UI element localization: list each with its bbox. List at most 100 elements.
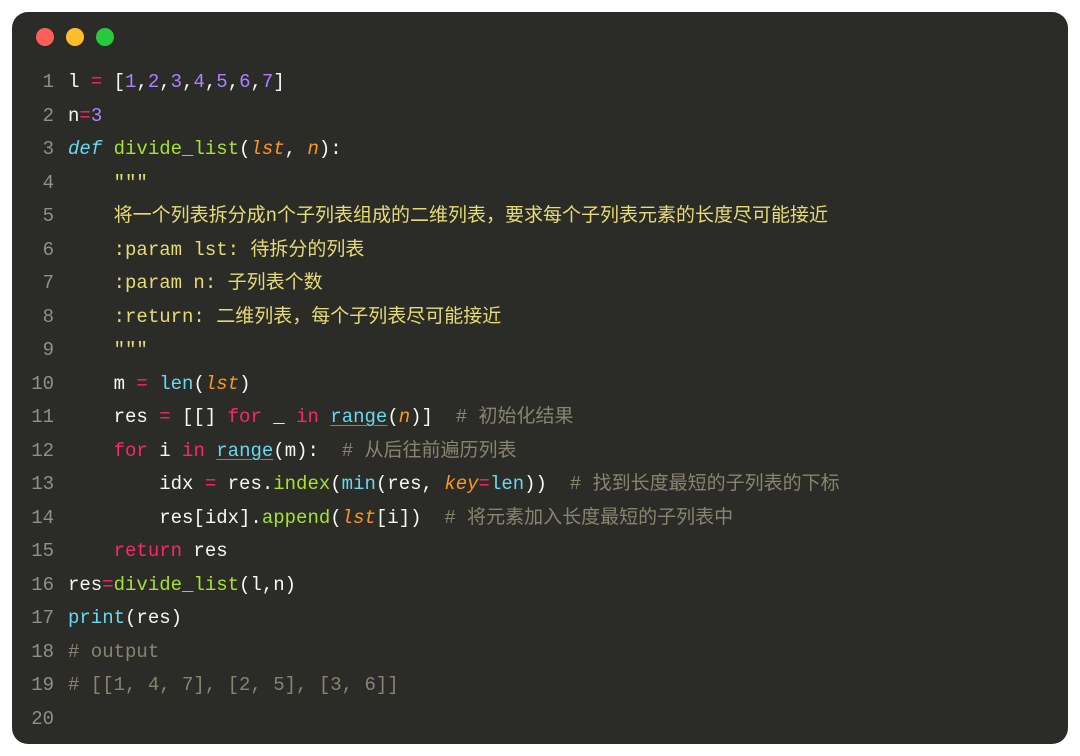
code-token: l [68, 71, 91, 93]
comment: # 找到长度最短的子列表的下标 [570, 473, 840, 495]
code-token: )) [524, 473, 570, 495]
code-token: [i]) [376, 507, 444, 529]
code-token: res [68, 574, 102, 596]
window-titlebar [12, 12, 1068, 62]
code-token: res, [387, 473, 444, 495]
code-token [148, 373, 159, 395]
line-number: 2 [12, 100, 54, 134]
code-token: , [285, 138, 308, 160]
comma: , [251, 71, 262, 93]
code-token [68, 373, 114, 395]
line-number: 15 [12, 535, 54, 569]
docstring-text: :param lst: 待拆分的列表 [114, 239, 365, 261]
code-token [102, 138, 113, 160]
line-number: 18 [12, 636, 54, 670]
builtin-len: len [490, 473, 524, 495]
line-number: 11 [12, 401, 54, 435]
keyword-arg: key [444, 473, 478, 495]
code-token: ( [125, 607, 136, 629]
comma: , [205, 71, 216, 93]
line-number: 20 [12, 703, 54, 737]
code-line: 将一个列表拆分成n个子列表组成的二维列表，要求每个子列表元素的长度尽可能接近 [68, 200, 1068, 234]
code-line: print(res) [68, 602, 1068, 636]
keyword-in: in [296, 406, 319, 428]
minimize-icon[interactable] [66, 28, 84, 46]
code-token: [ [102, 71, 125, 93]
code-token: = [159, 406, 170, 428]
method-index: index [273, 473, 330, 495]
code-token: ) [285, 574, 296, 596]
line-number: 17 [12, 602, 54, 636]
line-number: 19 [12, 669, 54, 703]
comment: # [[1, 4, 7], [2, 5], [3, 6]] [68, 674, 399, 696]
builtin-range: range [216, 440, 273, 462]
code-token: 3 [91, 105, 102, 127]
code-token: i [148, 440, 182, 462]
code-line: :return: 二维列表，每个子列表尽可能接近 [68, 301, 1068, 335]
line-number: 1 [12, 66, 54, 100]
code-token [68, 540, 114, 562]
code-line: :param lst: 待拆分的列表 [68, 234, 1068, 268]
code-token [68, 306, 114, 328]
code-line: for i in range(m): # 从后往前遍历列表 [68, 435, 1068, 469]
code-token: ): [319, 138, 342, 160]
line-number: 14 [12, 502, 54, 536]
code-token [205, 440, 216, 462]
variable: m [285, 440, 296, 462]
comma: , [228, 71, 239, 93]
line-number: 16 [12, 569, 54, 603]
line-number: 7 [12, 267, 54, 301]
code-token: ( [376, 473, 387, 495]
code-line: """ [68, 334, 1068, 368]
code-content[interactable]: l = [1,2,3,4,5,6,7]n=3def divide_list(ls… [68, 66, 1068, 744]
comma: , [136, 71, 147, 93]
number-literal: 3 [171, 71, 182, 93]
keyword-for: for [228, 406, 262, 428]
variable: n [273, 574, 284, 596]
code-token: idx [159, 473, 205, 495]
line-number-gutter: 1234567891011121314151617181920 [12, 66, 68, 744]
code-line: res[idx].append(lst[i]) # 将元素加入长度最短的子列表中 [68, 502, 1068, 536]
code-token [68, 239, 114, 261]
code-token [319, 406, 330, 428]
number-literal: 4 [193, 71, 204, 93]
code-line: # [[1, 4, 7], [2, 5], [3, 6]] [68, 669, 1068, 703]
builtin-min: min [342, 473, 376, 495]
number-literal: 2 [148, 71, 159, 93]
code-line: n=3 [68, 100, 1068, 134]
code-line: idx = res.index(min(res, key=len)) # 找到长… [68, 468, 1068, 502]
function-name: divide_list [114, 138, 239, 160]
parameter: n [307, 138, 318, 160]
close-icon[interactable] [36, 28, 54, 46]
code-token: ( [273, 440, 284, 462]
code-token: = [136, 373, 147, 395]
comment: # 初始化结果 [456, 406, 574, 428]
keyword-for: for [114, 440, 148, 462]
code-editor-window: 1234567891011121314151617181920 l = [1,2… [12, 12, 1068, 744]
parameter: lst [250, 138, 284, 160]
code-token: = [102, 574, 113, 596]
code-token: ( [330, 507, 341, 529]
docstring-quote: """ [114, 339, 148, 361]
code-line: res=divide_list(l,n) [68, 569, 1068, 603]
line-number: 10 [12, 368, 54, 402]
line-number: 12 [12, 435, 54, 469]
code-token: ) [171, 607, 182, 629]
maximize-icon[interactable] [96, 28, 114, 46]
builtin-len: len [159, 373, 193, 395]
code-token: [[] [171, 406, 228, 428]
code-token: ): [296, 440, 342, 462]
variable: n [399, 406, 410, 428]
code-token [68, 473, 159, 495]
code-line: def divide_list(lst, n): [68, 133, 1068, 167]
code-token: n [68, 105, 79, 127]
code-token: = [205, 473, 216, 495]
number-literal: 1 [125, 71, 136, 93]
code-token [68, 440, 114, 462]
editor-area[interactable]: 1234567891011121314151617181920 l = [1,2… [12, 62, 1068, 744]
code-token: , [262, 574, 273, 596]
line-number: 13 [12, 468, 54, 502]
builtin-range: range [330, 406, 387, 428]
code-token: ] [273, 71, 284, 93]
code-token [68, 272, 114, 294]
